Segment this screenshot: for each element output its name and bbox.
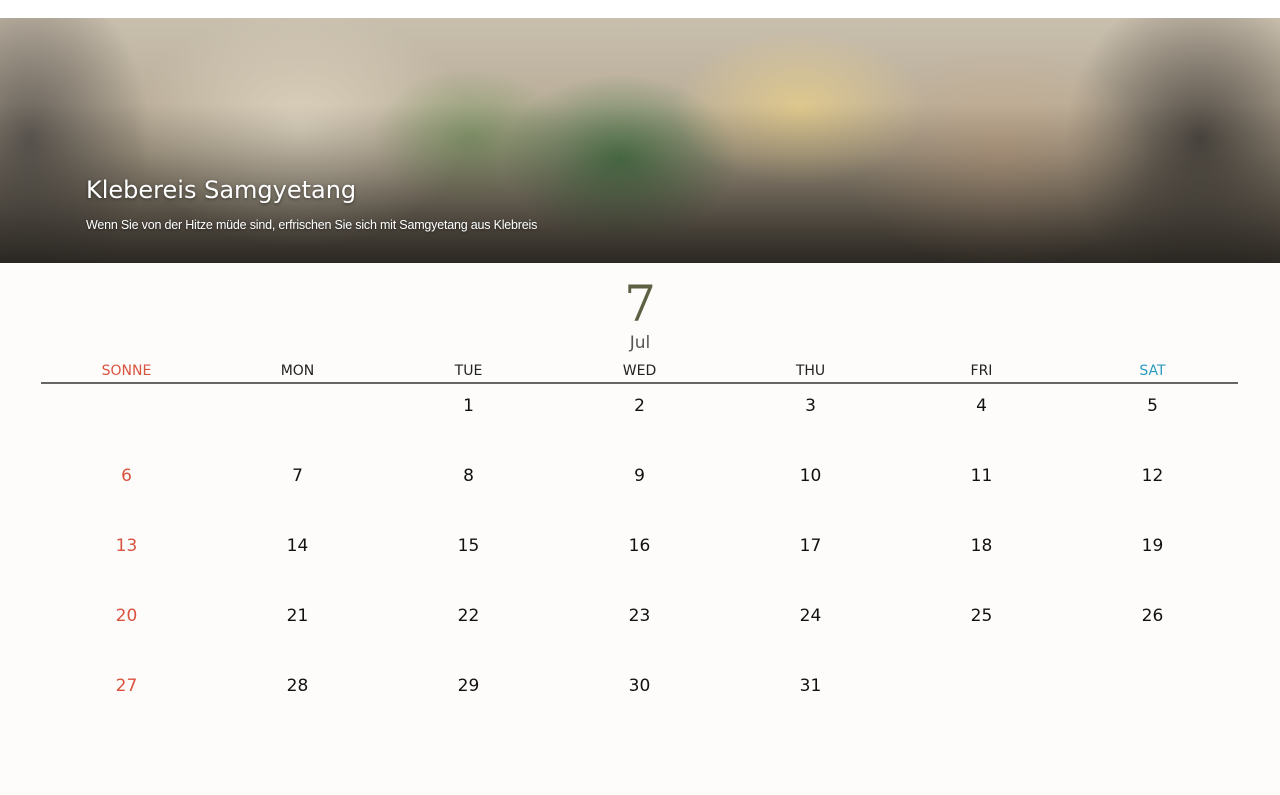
weekday-saturday: SAT [1139, 363, 1166, 379]
empty-day-cell [212, 384, 383, 454]
day-cell[interactable]: 6 [41, 454, 212, 524]
day-cell[interactable]: 26 [1067, 594, 1238, 664]
weekday-header-row: SONNE MON TUE WED THU FRI SAT [41, 358, 1238, 384]
day-cell[interactable]: 20 [41, 594, 212, 664]
day-cell[interactable]: 10 [725, 454, 896, 524]
empty-day-cell [41, 384, 212, 454]
week-row: 12345 [41, 384, 1238, 454]
day-cell[interactable]: 31 [725, 664, 896, 734]
weekday-monday: MON [280, 363, 315, 379]
hero-subtitle: Wenn Sie von der Hitze müde sind, erfris… [86, 218, 538, 232]
day-cell[interactable]: 27 [41, 664, 212, 734]
day-cell[interactable]: 22 [383, 594, 554, 664]
day-cell[interactable]: 9 [554, 454, 725, 524]
day-cell[interactable]: 14 [212, 524, 383, 594]
calendar-grid: SONNE MON TUE WED THU FRI SAT 1234567891… [41, 358, 1238, 734]
day-cell[interactable]: 15 [383, 524, 554, 594]
empty-day-cell [1067, 664, 1238, 734]
week-row: 20 21 22 23 24 25 26 [41, 594, 1238, 664]
hero-banner: Klebereis Samgyetang Wenn Sie von der Hi… [0, 18, 1280, 263]
day-cell[interactable]: 1 [383, 384, 554, 454]
week-row: 13 14 15 16 17 18 19 [41, 524, 1238, 594]
week-row: 27 28 29 30 31 [41, 664, 1238, 734]
weekday-wednesday: WED [622, 363, 657, 379]
day-cell[interactable]: 13 [41, 524, 212, 594]
weekday-tuesday: TUE [454, 363, 483, 379]
day-cell[interactable]: 7 [212, 454, 383, 524]
day-cell[interactable]: 3 [725, 384, 896, 454]
weekday-friday: FRI [970, 363, 993, 379]
day-cell[interactable]: 29 [383, 664, 554, 734]
month-header: 7 Jul [540, 275, 740, 353]
calendar-page: Klebereis Samgyetang Wenn Sie von der Hi… [0, 0, 1280, 795]
day-cell[interactable]: 25 [896, 594, 1067, 664]
calendar-body: 1 2 3 4 5 6 7 8 9 10 11 12 13 14 15 16 17 18 19 20 21 22 23 24 2… [41, 384, 1238, 734]
day-cell[interactable]: 12 [1067, 454, 1238, 524]
day-cell[interactable]: 24 [725, 594, 896, 664]
day-cell[interactable]: 11 [896, 454, 1067, 524]
day-cell[interactable]: 18 [896, 524, 1067, 594]
month-number: 7 [624, 275, 656, 333]
week-row: 6 7 8 9 10 11 12 [41, 454, 1238, 524]
hero-title: Klebereis Samgyetang [86, 176, 357, 204]
weekday-thursday: THU [795, 363, 826, 379]
day-cell[interactable]: 19 [1067, 524, 1238, 594]
day-cell[interactable]: 8 [383, 454, 554, 524]
day-cell[interactable]: 2 [554, 384, 725, 454]
day-cell[interactable]: 5 [1067, 384, 1238, 454]
day-cell[interactable]: 28 [212, 664, 383, 734]
day-cell[interactable]: 16 [554, 524, 725, 594]
day-cell[interactable]: 30 [554, 664, 725, 734]
day-cell[interactable]: 17 [725, 524, 896, 594]
top-strip [0, 0, 1280, 18]
empty-day-cell [896, 664, 1067, 734]
day-cell[interactable]: 23 [554, 594, 725, 664]
day-cell[interactable]: 21 [212, 594, 383, 664]
day-cell[interactable]: 4 [896, 384, 1067, 454]
weekday-sunday: SONNE [101, 363, 152, 379]
month-name: Jul [629, 333, 651, 353]
